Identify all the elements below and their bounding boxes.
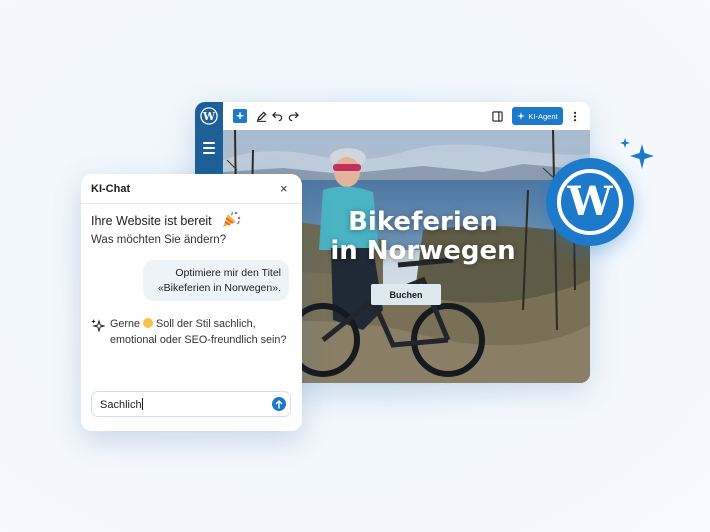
ki-agent-label: KI-Agent [528, 111, 558, 121]
tools-button[interactable] [253, 108, 269, 124]
hero-title-line-1: Bikeferien [348, 207, 498, 237]
close-button[interactable]: × [280, 181, 288, 196]
chat-greeting: Ihre Website ist bereit [91, 214, 212, 228]
smiley-emoji-icon [143, 318, 154, 328]
chat-input-value: Sachlich [100, 398, 143, 411]
sidebar-toggle-icon [491, 110, 503, 122]
wordpress-menu-button[interactable]: W [195, 102, 223, 130]
undo-icon [271, 111, 282, 121]
wordpress-icon: W [200, 107, 218, 125]
hero-title-line-2: in Norwegen [330, 236, 516, 266]
party-popper-icon [223, 211, 241, 227]
editor-toolbar: W + KI-Agent [195, 102, 590, 131]
sparkle-icon [620, 138, 654, 169]
add-block-button[interactable]: + [233, 109, 247, 123]
svg-text:W: W [202, 110, 216, 123]
redo-button[interactable] [285, 108, 301, 124]
send-arrow-icon [275, 399, 283, 408]
user-message-bubble: Optimiere mir den Titel «Bikeferien in N… [143, 260, 289, 301]
chat-input-field[interactable]: Sachlich [91, 391, 291, 417]
sparkle-icon [91, 319, 105, 332]
chat-title: KI-Chat [91, 183, 131, 195]
hero-title[interactable]: Bikeferien in Norwegen [313, 208, 533, 266]
pen-icon [256, 111, 266, 122]
send-button[interactable] [272, 397, 286, 411]
ki-chat-panel: KI-Chat × Ihre Website ist bereit Was mö… [81, 174, 302, 431]
redo-icon [288, 111, 299, 121]
sidebar-toggle-button[interactable] [489, 108, 505, 124]
user-message-line-2: «Bikeferien in Norwegen». [157, 282, 281, 294]
undo-button[interactable] [269, 108, 285, 124]
chat-subline: Was möchten Sie ändern? [91, 234, 227, 246]
ai-reply-message: Gerne Soll der Stil sachlich, emotional … [110, 317, 295, 348]
svg-text:W: W [567, 178, 614, 225]
chat-header: KI-Chat × [81, 174, 302, 204]
sparkle-icon [517, 112, 526, 120]
more-options-icon [573, 111, 577, 121]
ai-reply-lead: Gerne [110, 318, 141, 330]
chat-input-text: Sachlich [100, 399, 142, 411]
plus-icon: + [236, 108, 244, 123]
text-caret [141, 398, 143, 410]
user-message-line-1: Optimiere mir den Titel [175, 267, 281, 279]
ki-agent-button[interactable]: KI-Agent [512, 107, 563, 125]
more-options-button[interactable] [567, 108, 583, 124]
wordpress-icon: W [557, 169, 623, 235]
close-icon: × [280, 181, 288, 196]
buchen-button[interactable]: Buchen [371, 284, 441, 305]
hamburger-icon[interactable] [203, 142, 215, 157]
